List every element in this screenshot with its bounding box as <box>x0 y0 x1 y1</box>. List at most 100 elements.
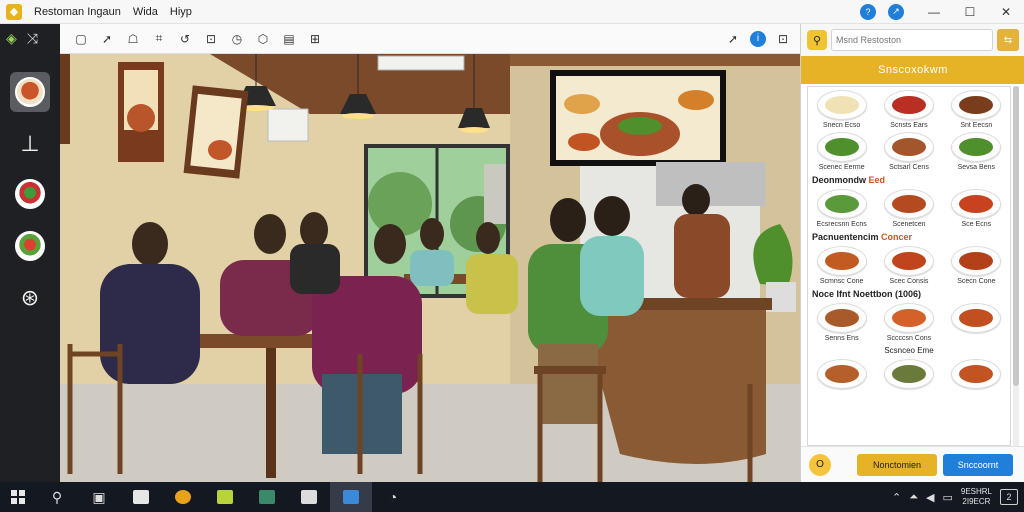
grid-tool-icon[interactable]: ⊞ <box>302 28 328 50</box>
menu-item[interactable] <box>812 359 872 389</box>
search-taskbar-icon[interactable]: ⚲ <box>36 482 78 512</box>
menu-grid-row <box>808 356 1010 389</box>
clock-app-icon[interactable]: ◔ <box>372 482 414 512</box>
search-input[interactable] <box>831 29 993 51</box>
menu-list[interactable]: Snecn Ecso Scnsts Ears Snt Eecsn Scenec … <box>807 86 1011 446</box>
browser-icon[interactable] <box>162 482 204 512</box>
battery-icon[interactable]: ▭ <box>942 491 952 504</box>
restaurant-illustration <box>60 54 800 482</box>
menu-item[interactable]: Sce Ecns <box>946 189 1006 228</box>
menu-item[interactable]: Scenetcen <box>879 189 939 228</box>
menu-item[interactable]: Sctsarl Cens <box>879 132 939 171</box>
plate-icon <box>816 90 867 120</box>
chevron-up-icon[interactable]: ⌃ <box>892 491 901 504</box>
dish-thumbnail-tool[interactable] <box>10 72 50 112</box>
leaf-app-icon[interactable] <box>204 482 246 512</box>
plate-icon <box>951 132 1002 162</box>
dish-green-tool[interactable] <box>10 226 50 266</box>
windows-logo-icon <box>11 490 25 504</box>
menu-item[interactable]: Snecn Ecso <box>812 90 872 129</box>
dish-thumbnail-icon <box>15 77 45 107</box>
clock-tool-icon[interactable]: ◷ <box>224 28 250 50</box>
map-pin-icon: ⊛ <box>20 285 40 310</box>
transform-tool-icon[interactable]: ⊡ <box>198 28 224 50</box>
menu-help[interactable]: Hiyp <box>170 6 192 18</box>
undo-tool-icon[interactable]: ↺ <box>172 28 198 50</box>
arrow-tool-icon[interactable]: ➚ <box>94 28 120 50</box>
menu-view[interactable]: Wida <box>133 6 158 18</box>
lasso-tool-icon[interactable]: ☖ <box>120 28 146 50</box>
title-bar: ◆ Restoman Ingaun Wida Hiyp ? ↗ — ☐ ✕ <box>0 0 1024 24</box>
plate-icon <box>951 189 1002 219</box>
tag-tool-icon[interactable]: ⬡ <box>250 28 276 50</box>
panel-header: Snscoxokwm <box>801 56 1024 84</box>
start-button[interactable] <box>0 482 36 512</box>
menu-item[interactable]: Scnsts Ears <box>879 90 939 129</box>
app-logo-icon: ◆ <box>6 3 22 20</box>
menu-item[interactable]: Scec Consis <box>879 246 939 285</box>
calendar-app-icon[interactable] <box>288 482 330 512</box>
plate-icon <box>816 246 867 276</box>
dish-green-icon <box>15 231 45 261</box>
scrollbar-thumb[interactable] <box>1013 86 1019 386</box>
menu-item[interactable] <box>946 359 1006 389</box>
frame-tool-icon[interactable]: ▢ <box>68 28 94 50</box>
plate-icon <box>883 132 934 162</box>
layers-tool-icon[interactable]: ▤ <box>276 28 302 50</box>
share-button[interactable]: ↗ <box>888 3 904 20</box>
plate-icon <box>883 189 934 219</box>
menu-item[interactable] <box>879 359 939 389</box>
shuffle-icon[interactable]: ⤨ <box>27 30 38 47</box>
menu-item[interactable] <box>946 303 1006 342</box>
taskbar: ⚲ ▣ ◔ ⌃ ⏶ ◀ ▭ 9ESHRL 2I9ECR 2 <box>0 482 1024 512</box>
close-button[interactable]: ✕ <box>988 0 1024 24</box>
menu-scrollbar[interactable] <box>1013 86 1019 446</box>
menu-item[interactable]: Senns Ens <box>812 303 872 342</box>
shelf-tool[interactable]: ⊥ <box>10 124 50 164</box>
primary-action-button[interactable]: Nonctomien <box>857 453 937 476</box>
store-icon[interactable] <box>120 482 162 512</box>
minimize-button[interactable]: — <box>916 0 952 24</box>
plate-icon <box>883 359 934 389</box>
section-title: Pacnuentencim Concer <box>812 232 913 242</box>
plate-icon <box>816 359 867 389</box>
section-title: Noce Ifnt Noettbon (1006) <box>812 289 922 299</box>
menu-item[interactable]: Scenec Eerme <box>812 132 872 171</box>
menu-grid-row: Scmnsc Cone Scec Consis Scecn Cone <box>808 243 1010 285</box>
filter-icon[interactable]: ⇆ <box>997 29 1019 51</box>
menu-item[interactable]: Sccccsn Cons <box>879 303 939 342</box>
diamond-icon[interactable]: ◈ <box>6 30 17 47</box>
menu-item[interactable]: Scmnsc Cone <box>812 246 872 285</box>
plate-icon <box>951 246 1002 276</box>
menu-item[interactable]: Sevsa Bens <box>946 132 1006 171</box>
round-action-button[interactable]: O <box>809 453 831 476</box>
panel-search-row: ⚲ ⇆ <box>801 24 1024 56</box>
volume-icon[interactable]: ◀ <box>926 491 934 504</box>
file-explorer-icon[interactable]: ▣ <box>78 482 120 512</box>
maximize-button[interactable]: ☐ <box>952 0 988 24</box>
menu-grid-row: Ecsrecsnn Ecns Scenetcen Sce Ecns <box>808 186 1010 228</box>
plate-icon <box>816 303 867 333</box>
taskbar-clock[interactable]: 9ESHRL 2I9ECR <box>961 487 992 507</box>
help-button[interactable]: ? <box>860 3 876 20</box>
image-canvas[interactable] <box>60 54 800 482</box>
menu-item[interactable]: Ecsrecsnn Ecns <box>812 189 872 228</box>
dish-red-icon <box>15 179 45 209</box>
dish-red-tool[interactable] <box>10 174 50 214</box>
menu-item[interactable]: Scecn Cone <box>946 246 1006 285</box>
photos-app-icon[interactable] <box>246 482 288 512</box>
menu-item[interactable]: Snt Eecsn <box>946 90 1006 129</box>
crop-tool-icon[interactable]: ⌗ <box>146 28 172 50</box>
info-icon[interactable]: i <box>750 30 766 47</box>
search-icon[interactable]: ⚲ <box>807 30 827 50</box>
network-icon[interactable]: ⏶ <box>909 491 918 504</box>
menu-file[interactable]: Restoman Ingaun <box>34 6 121 18</box>
restoman-app-icon[interactable] <box>330 482 372 512</box>
map-pin-tool[interactable]: ⊛ <box>10 278 50 318</box>
notification-icon[interactable]: 2 <box>1000 489 1018 505</box>
pointer-icon[interactable]: ➚ <box>720 28 746 50</box>
secondary-action-button[interactable]: Snccoornt <box>943 453 1013 476</box>
shelf-icon: ⊥ <box>20 131 40 156</box>
canvas-settings-icon[interactable]: ⊡ <box>770 28 796 50</box>
plate-icon <box>816 189 867 219</box>
